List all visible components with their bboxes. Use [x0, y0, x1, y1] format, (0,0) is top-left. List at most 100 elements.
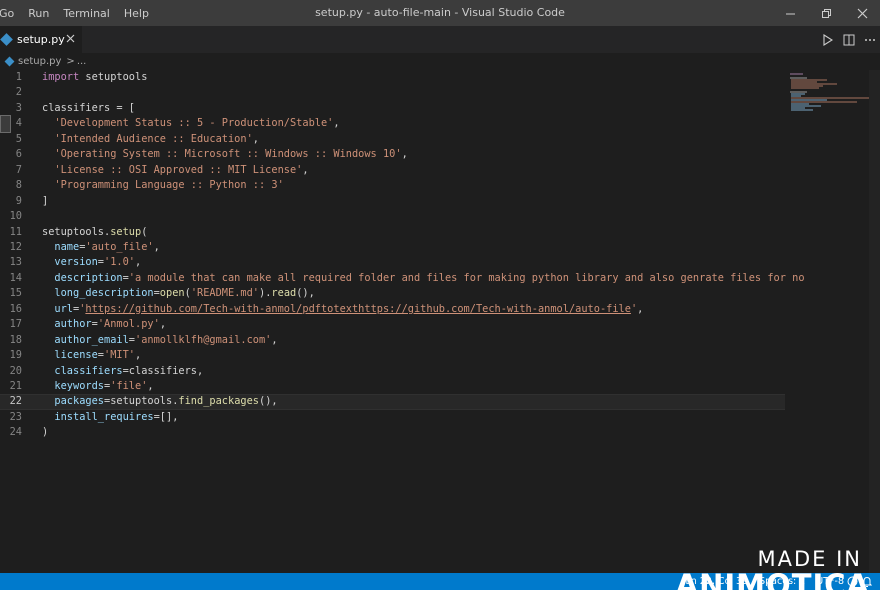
code-text: install_requires=[],: [42, 410, 178, 425]
code-token: 'MIT': [104, 349, 135, 362]
code-token: ,: [401, 148, 408, 161]
code-token: keywords: [42, 380, 104, 392]
code-token: install_requires: [42, 410, 154, 423]
menu-terminal[interactable]: Terminal: [63, 7, 110, 20]
code-text: setuptools.setup(: [42, 225, 147, 240]
menu-help[interactable]: Help: [124, 7, 149, 20]
code-line[interactable]: 13 version='1.0',: [0, 255, 785, 270]
title-bar: Go Run Terminal Help setup.py - auto-fil…: [0, 0, 880, 26]
code-line[interactable]: 4 'Development Status :: 5 - Production/…: [0, 116, 785, 131]
code-line[interactable]: 24): [0, 425, 785, 440]
line-number: 24: [9, 426, 22, 439]
menu-go[interactable]: Go: [0, 7, 14, 20]
line-number: 17: [9, 318, 22, 331]
code-text: long_description=open('README.md').read(…: [42, 286, 315, 301]
code-token: ,: [333, 117, 340, 130]
code-token: ,: [135, 349, 142, 362]
code-line[interactable]: 5 'Intended Audience :: Education',: [0, 132, 785, 147]
code-line[interactable]: 16 url='https://github.com/Tech-with-anm…: [0, 302, 785, 317]
python-file-icon: [4, 56, 15, 67]
line-number: 3: [15, 101, 22, 114]
breadcrumb-more[interactable]: ...: [77, 56, 87, 67]
line-number: 18: [9, 333, 22, 346]
code-line[interactable]: 7 'License :: OSI Approved :: MIT Licens…: [0, 163, 785, 178]
code-line[interactable]: 10: [0, 209, 785, 224]
code-line[interactable]: 20 classifiers=classifiers,: [0, 364, 785, 379]
vertical-scrollbar[interactable]: [869, 70, 880, 573]
restore-button[interactable]: [808, 0, 844, 26]
python-file-icon: [0, 33, 13, 46]
line-number: 11: [9, 225, 22, 238]
code-token: 'anmollklfh@gmail.com': [135, 333, 272, 346]
tab-bar: setup.py: [0, 26, 880, 53]
tab-close-icon[interactable]: [65, 33, 76, 44]
code-token: 'Anmol.py': [97, 318, 160, 331]
line-number: 5: [15, 132, 22, 145]
more-icon: [864, 38, 875, 41]
code-token: ,: [147, 380, 154, 392]
code-token: setuptools.: [42, 225, 111, 238]
code-line[interactable]: 22 packages=setuptools.find_packages(),: [0, 394, 785, 410]
code-line[interactable]: 9]: [0, 194, 785, 209]
code-line[interactable]: 3 classifiers = [: [0, 101, 785, 116]
code-text: author='Anmol.py',: [42, 317, 166, 332]
code-token: ,: [159, 318, 167, 331]
code-token: ,: [271, 333, 278, 346]
code-token: (),: [296, 287, 315, 300]
code-line[interactable]: 2: [0, 85, 785, 100]
line-number: 2: [15, 86, 22, 99]
line-number: 21: [9, 380, 22, 392]
code-token: =[],: [153, 410, 179, 423]
code-line[interactable]: 1 import setuptools: [0, 70, 785, 85]
code-line[interactable]: 17 author='Anmol.py',: [0, 317, 785, 332]
code-line[interactable]: 12 name='auto_file',: [0, 240, 785, 255]
code-text: keywords='file',: [42, 379, 154, 394]
code-line[interactable]: 23 install_requires=[],: [0, 410, 785, 425]
code-token: ): [42, 426, 49, 439]
minimize-icon: [785, 13, 795, 14]
editor-actions: [817, 26, 880, 53]
more-actions-button[interactable]: [859, 26, 880, 53]
split-editor-button[interactable]: [838, 26, 859, 53]
close-window-button[interactable]: [844, 0, 880, 26]
code-line[interactable]: 8 'Programming Language :: Python :: 3': [0, 178, 785, 193]
code-text: license='MIT',: [42, 348, 141, 363]
code-line[interactable]: 15 long_description=open('README.md').re…: [0, 286, 785, 301]
minimap[interactable]: [787, 72, 869, 112]
code-line[interactable]: 19 license='MIT',: [0, 348, 785, 363]
code-token: url: [42, 302, 73, 315]
code-text: ): [42, 425, 48, 440]
line-number: 13: [9, 256, 22, 269]
breadcrumb-file[interactable]: setup.py: [18, 56, 61, 67]
code-token: 'README.md': [190, 287, 260, 300]
code-line[interactable]: 14 description='a module that can make a…: [0, 271, 805, 286]
code-line[interactable]: 11 setuptools.setup(: [0, 225, 785, 240]
tab-setup-py[interactable]: setup.py: [0, 26, 82, 53]
breadcrumb: setup.py > ...: [0, 53, 86, 70]
line-number: 8: [15, 179, 22, 192]
menu-run[interactable]: Run: [28, 7, 49, 20]
code-line[interactable]: 6 'Operating System :: Microsoft :: Wind…: [0, 147, 785, 162]
code-token: ,: [637, 302, 644, 315]
line-number: 20: [9, 364, 22, 377]
code-editor[interactable]: 1 import setuptools 2 3 classifiers = [ 4 'De…: [0, 70, 805, 573]
code-line[interactable]: 18 author_email='anmollklfh@gmail.com',: [0, 333, 785, 348]
code-token: import: [42, 71, 80, 83]
line-number: 6: [15, 148, 22, 161]
code-text: author_email='anmollklfh@gmail.com',: [42, 333, 278, 348]
line-number: 19: [9, 349, 22, 362]
code-text: 'Intended Audience :: Education',: [42, 132, 259, 147]
code-text: version='1.0',: [42, 255, 141, 270]
code-text: ]: [42, 194, 48, 209]
minimize-button[interactable]: [772, 0, 808, 26]
code-token: author_email: [42, 333, 129, 346]
code-line[interactable]: 21 keywords='file',: [0, 379, 785, 394]
tab-label: setup.py: [17, 33, 65, 46]
line-number: 7: [15, 163, 22, 176]
run-button[interactable]: [817, 26, 838, 53]
line-number: 9: [15, 194, 22, 207]
code-token: classifiers = [: [42, 101, 135, 114]
code-text: 'Operating System :: Microsoft :: Window…: [42, 147, 408, 162]
menu-bar: Go Run Terminal Help: [0, 0, 157, 26]
code-token: 'auto_file': [85, 240, 154, 253]
